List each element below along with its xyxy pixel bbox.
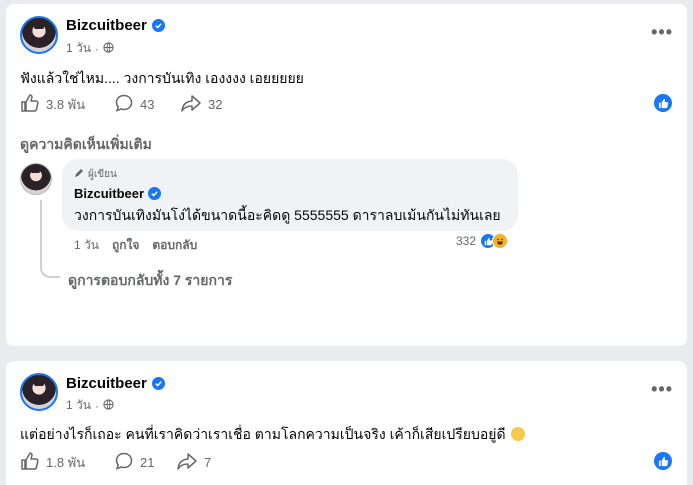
share-icon [176,451,198,474]
comment-bubble: ผู้เขียน Bizcuitbeer วงการบันเทิงมันโง่ไ… [62,159,518,231]
comment-time[interactable]: 1 วัน [74,236,99,255]
view-replies-link[interactable]: ดูการตอบกลับทั้ง 7 รายการ [68,270,232,292]
post-text: ฟังแล้วใช่ไหม.... วงการบันเทิง เองงงง เอ… [20,70,304,86]
post-author[interactable]: Bizcuitbeer [66,17,165,34]
reaction-count: 332 [456,234,477,248]
share-button[interactable]: 7 [176,451,211,474]
like-count: 1.8 พัน [46,455,86,470]
verified-badge-icon [148,187,162,200]
comment-like-button[interactable]: ถูกใจ [112,236,139,255]
author-name[interactable]: Bizcuitbeer [66,17,147,34]
thumbs-up-icon [20,93,40,116]
like-button[interactable]: 1.8 พัน [20,451,85,474]
comment-author[interactable]: Bizcuitbeer [74,186,506,201]
comment-icon [114,451,134,474]
post-text: แต่อย่างไรก็เถอะ คนที่เราคิดว่าเราเชื่อ … [20,424,526,446]
post-meta: 1 วัน · [66,396,114,415]
post-time[interactable]: 1 วัน [66,39,91,58]
more-options-icon[interactable]: ••• [651,22,673,43]
author-name[interactable]: Bizcuitbeer [66,375,147,392]
post-text-content: แต่อย่างไรก็เถอะ คนที่เราคิดว่าเราเชื่อ … [20,426,506,442]
share-button[interactable]: 32 [180,93,222,116]
thread-line [40,200,60,278]
like-count: 3.8 พัน [46,97,86,112]
emoji-icon [511,427,526,441]
post-card: Bizcuitbeer 1 วัน · ••• แต่อย่างไรก็เถอะ… [6,361,687,485]
more-options-icon[interactable]: ••• [651,379,673,400]
verified-badge-icon [151,377,165,390]
post-author[interactable]: Bizcuitbeer [66,375,165,392]
comment-author-name[interactable]: Bizcuitbeer [74,186,144,201]
share-icon [180,93,202,116]
post-card: Bizcuitbeer 1 วัน · ••• ฟังแล้วใช่ไหม...… [6,4,687,346]
globe-icon [103,398,114,413]
thumbs-up-icon[interactable] [654,452,672,470]
comment-actions: 1 วัน ถูกใจ ตอบกลับ [74,236,197,255]
comment-avatar[interactable] [20,163,52,195]
comment-icon [114,93,134,116]
share-count: 7 [204,455,212,470]
post-time[interactable]: 1 วัน [66,396,91,415]
comment-count: 43 [140,97,155,112]
thumbs-up-icon [20,451,40,474]
globe-icon [103,41,114,56]
pencil-icon [74,168,84,181]
thumbs-up-icon[interactable] [654,94,672,112]
comment-button[interactable]: 21 [114,451,154,474]
author-tag: ผู้เขียน [74,167,506,182]
comment-reply-button[interactable]: ตอบกลับ [152,236,197,255]
comment-reactions[interactable]: 332 [456,233,509,249]
verified-badge-icon [151,19,165,32]
post-meta: 1 วัน · [66,39,114,58]
haha-reaction-icon [492,233,509,249]
author-tag-label: ผู้เขียน [88,169,117,180]
like-button[interactable]: 3.8 พัน [20,93,85,116]
comment-button[interactable]: 43 [114,93,154,116]
comment-count: 21 [140,455,155,470]
share-count: 32 [208,97,223,112]
avatar[interactable] [20,16,58,54]
comment-text: วงการบันเทิงมันโง่ได้ขนาดนี้อะคิดดู 5555… [74,207,501,223]
more-comments-link[interactable]: ดูความคิดเห็นเพิ่มเติม [20,134,152,156]
avatar[interactable] [20,373,58,411]
